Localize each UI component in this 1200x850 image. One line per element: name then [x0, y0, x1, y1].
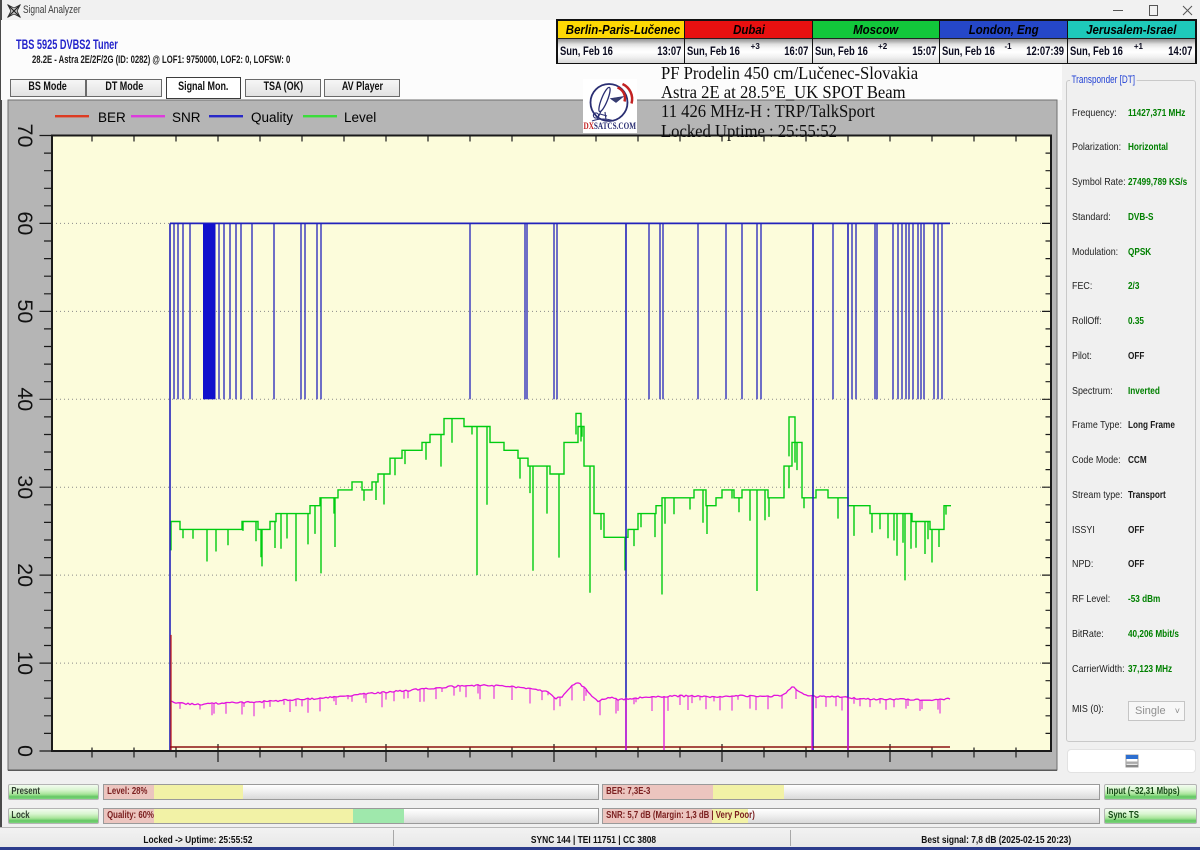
svg-text:0: 0 — [13, 745, 37, 757]
svg-text:DXSATCS.COM: DXSATCS.COM — [584, 122, 637, 132]
svg-text:70: 70 — [13, 124, 37, 148]
svg-text:20: 20 — [13, 563, 37, 587]
svg-text:60: 60 — [13, 211, 37, 235]
svg-text:40: 40 — [13, 387, 37, 411]
svg-text:10: 10 — [13, 651, 37, 675]
svg-text:30: 30 — [13, 475, 37, 499]
svg-text:50: 50 — [13, 299, 37, 323]
